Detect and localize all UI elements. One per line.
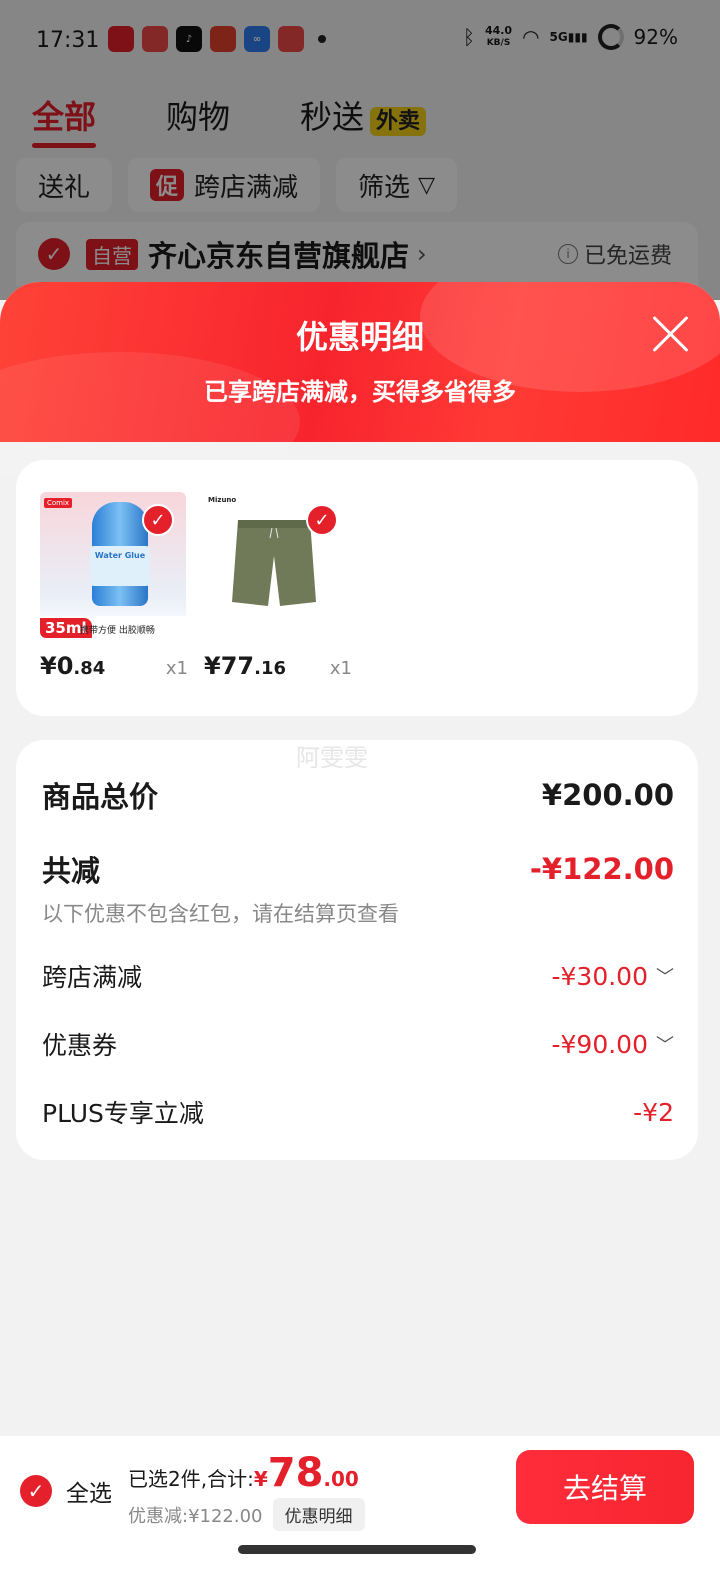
- total-price-row: 商品总价 ¥200.00: [42, 774, 674, 816]
- total-decimal: .00: [323, 1467, 359, 1491]
- product-check-icon[interactable]: ✓: [142, 504, 174, 536]
- discount-item-label: 跨店满减: [42, 963, 143, 992]
- product-price-line: ¥77.16 x1: [204, 652, 352, 680]
- total-amount: ¥78.00: [254, 1450, 359, 1496]
- discount-item-value: -¥30.00 ﹀: [552, 962, 675, 991]
- brand-logo: Mizuno: [208, 496, 237, 504]
- discount-hint: 以下优惠不包含红包，请在结算页查看: [42, 902, 399, 926]
- shorts-shape: [232, 520, 316, 606]
- checkout-button[interactable]: 去结算: [516, 1450, 694, 1524]
- discount-item-amount: -¥90.00: [551, 1029, 649, 1059]
- product-quantity: x1: [329, 658, 352, 679]
- bottle-label: Water Glue: [90, 546, 150, 586]
- discount-item-value: -¥2: [633, 1098, 674, 1127]
- product-item[interactable]: Comix Water Glue 35ml 携带方便 出胶顺畅 ✓ ¥0.84 …: [40, 492, 188, 680]
- price-decimal: .84: [73, 658, 106, 679]
- price-summary-card: 商品总价 ¥200.00 共减 -¥122.00 以下优惠不包含红包，请在结算页…: [16, 740, 698, 1160]
- discount-detail-button[interactable]: 优惠明细: [272, 1498, 365, 1531]
- home-indicator[interactable]: [238, 1545, 476, 1554]
- product-price-line: ¥0.84 x1: [40, 652, 188, 680]
- overlay-dim[interactable]: [0, 0, 720, 300]
- total-discount-row: 共减 -¥122.00: [42, 848, 674, 890]
- product-quantity: x1: [165, 658, 188, 679]
- select-all-label: 全选: [66, 1481, 112, 1507]
- price-integer: ¥0: [40, 652, 74, 680]
- total-discount-label: 共减: [42, 854, 101, 888]
- sheet-subtitle: 已享跨店满减，买得多省得多: [204, 378, 516, 406]
- select-all-check-icon[interactable]: ✓: [20, 1475, 52, 1507]
- select-all[interactable]: ✓ 全选: [20, 1474, 112, 1508]
- product-check-icon[interactable]: ✓: [306, 504, 338, 536]
- discount-item-cross-store[interactable]: 跨店满减 -¥30.00 ﹀: [42, 958, 674, 994]
- shorts-product-image[interactable]: Mizuno ✓: [204, 492, 350, 638]
- discount-detail-sheet: 优惠明细 已享跨店满减，买得多省得多 Comix Water Glue 35ml…: [0, 282, 720, 1584]
- price-integer: ¥77: [204, 652, 255, 680]
- chevron-down-icon[interactable]: ﹀: [656, 963, 674, 989]
- total-price-value: ¥200.00: [541, 778, 674, 812]
- product-item[interactable]: Mizuno ✓ ¥77.16 x1: [204, 492, 352, 680]
- discount-amount-text: 优惠减:¥122.00: [128, 1505, 263, 1527]
- discount-item-label: PLUS专享立减: [42, 1099, 204, 1128]
- glue-product-image[interactable]: Comix Water Glue 35ml 携带方便 出胶顺畅 ✓: [40, 492, 186, 638]
- discount-item-amount: -¥30.00: [551, 961, 649, 991]
- discount-item-coupon[interactable]: 优惠券 -¥90.00 ﹀: [42, 1026, 674, 1062]
- brand-logo: Comix: [44, 498, 73, 508]
- discount-item-amount: -¥2: [633, 1097, 674, 1127]
- total-price-label: 商品总价: [42, 780, 159, 814]
- chevron-down-icon[interactable]: ﹀: [656, 1031, 674, 1057]
- price-decimal: .16: [254, 658, 286, 679]
- checkout-bar: ✓ 全选 已选2件,合计: ¥78.00 优惠减:¥122.00 优惠明细 去结…: [0, 1436, 720, 1584]
- product-price: ¥0.84: [40, 652, 105, 680]
- image-caption: 携带方便 出胶顺畅: [80, 626, 155, 636]
- discount-item-plus: PLUS专享立减 -¥2: [42, 1094, 674, 1130]
- watermark: 阿雯雯: [296, 744, 368, 772]
- sheet-header: 优惠明细 已享跨店满减，买得多省得多: [0, 282, 720, 492]
- currency-symbol: ¥: [253, 1467, 268, 1491]
- products-card: Comix Water Glue 35ml 携带方便 出胶顺畅 ✓ ¥0.84 …: [16, 460, 698, 716]
- total-line: 已选2件,合计: ¥78.00: [128, 1450, 359, 1496]
- close-icon[interactable]: [650, 314, 690, 354]
- discount-item-value: -¥90.00 ﹀: [552, 1030, 675, 1059]
- sheet-title: 优惠明细: [295, 318, 424, 356]
- product-price: ¥77.16: [204, 652, 286, 680]
- selected-count-text: 已选2件,合计:: [128, 1467, 254, 1491]
- total-integer: 78: [267, 1450, 324, 1496]
- total-discount-value: -¥122.00: [529, 852, 674, 886]
- discount-item-label: 优惠券: [42, 1031, 118, 1060]
- discount-line: 优惠减:¥122.00 优惠明细: [128, 1498, 365, 1531]
